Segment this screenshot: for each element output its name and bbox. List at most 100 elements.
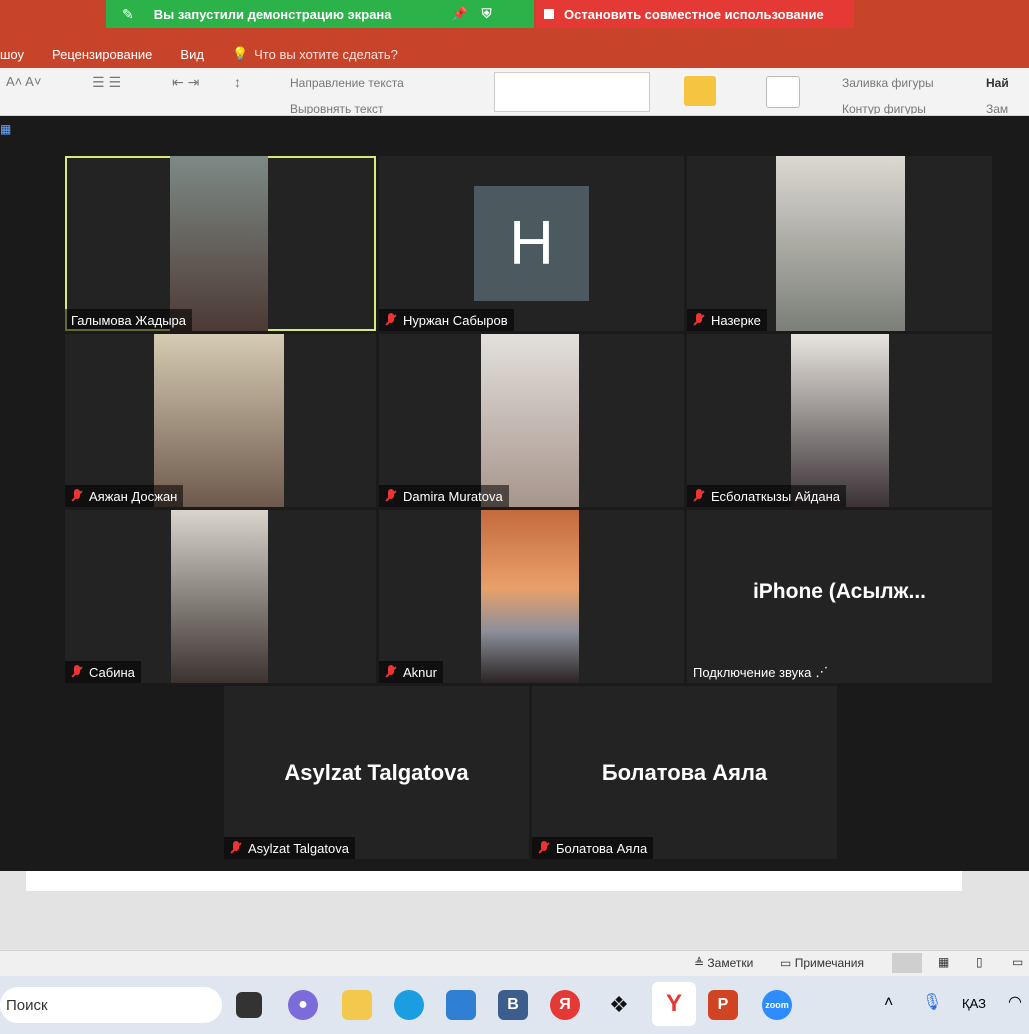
shield-icon: ⛨	[481, 6, 492, 21]
powerpoint-titlebar: ✎ Вы запустили демонстрацию экрана 📌 ⛨ О…	[0, 0, 1029, 70]
participant-name: Есболаткызы Айдана	[687, 485, 847, 507]
participant-display-name: Болатова Аяла	[601, 759, 768, 785]
arrange-icon[interactable]	[684, 76, 716, 106]
grid-view-icon[interactable]: ▦	[0, 122, 11, 136]
slide-canvas	[0, 871, 1029, 949]
notes-icon: ≜	[694, 956, 705, 970]
share-status-text: Вы запустили демонстрацию экрана	[153, 6, 392, 22]
comment-icon: ▭	[780, 956, 792, 970]
yandex-browser-icon[interactable]: Y	[652, 982, 696, 1026]
muted-mic-icon	[71, 665, 83, 679]
muted-mic-icon	[693, 489, 705, 503]
wifi-icon[interactable]: ◠	[1008, 992, 1022, 1012]
file-explorer-icon[interactable]	[342, 990, 372, 1020]
font-increase-icon[interactable]: A˄ A˅	[6, 74, 41, 89]
participant-tile[interactable]: Сабина	[65, 510, 376, 683]
shape-outline-button[interactable]: Контур фигуры	[842, 102, 926, 114]
normal-view-icon[interactable]	[892, 953, 922, 973]
video-feed	[154, 334, 284, 507]
video-feed	[776, 156, 905, 331]
shapes-gallery[interactable]	[494, 72, 650, 112]
windows-taskbar: Поиск ● B Я ❖ Y P zoom ˄ 🎙 ҚАЗ ◠	[0, 976, 1029, 1034]
status-bar: ≜ Заметки ▭ Примечания ▦ ▯ ▭	[0, 950, 1029, 976]
video-feed	[170, 156, 268, 331]
chevron-up-icon[interactable]: ˄	[884, 994, 893, 1012]
stop-share-label: Остановить совместное использование	[564, 6, 824, 22]
tab-review[interactable]: Рецензирование	[52, 47, 152, 62]
pin-icon[interactable]: 📌	[452, 6, 468, 22]
zoom-icon[interactable]: zoom	[762, 990, 792, 1020]
participant-name: Сабина	[65, 661, 141, 683]
yandex-icon[interactable]: Я	[550, 990, 580, 1020]
stop-share-button[interactable]: Остановить совместное использование	[536, 0, 854, 28]
muted-mic-icon	[385, 489, 397, 503]
video-feed	[481, 510, 579, 683]
participant-tile[interactable]: Asylzat Talgatova Asylzat Talgatova	[224, 686, 529, 859]
participant-tile[interactable]: Галымова Жадыра	[65, 156, 376, 331]
participant-tile[interactable]: Н Нуржан Сабыров	[379, 156, 684, 331]
reading-view-icon[interactable]: ▯	[976, 955, 983, 969]
muted-mic-icon	[538, 841, 550, 855]
comments-button[interactable]: ▭ Примечания	[780, 956, 864, 970]
language-indicator[interactable]: ҚАЗ	[962, 996, 986, 1011]
loading-dots-icon: ⋰	[815, 664, 829, 679]
store-icon[interactable]	[446, 990, 476, 1020]
participant-name: Назерке	[687, 309, 767, 331]
powerpoint-icon[interactable]: P	[708, 990, 738, 1020]
screen-share-status-bar: ✎ Вы запустили демонстрацию экрана 📌 ⛨	[106, 0, 534, 28]
video-feed	[171, 510, 268, 683]
align-text-button[interactable]: Выровнять текст	[290, 102, 383, 114]
muted-mic-icon	[230, 841, 242, 855]
tab-slideshow[interactable]: шоу	[0, 47, 24, 62]
dropbox-icon[interactable]: ❖	[604, 990, 634, 1020]
replace-button[interactable]: Зам	[986, 102, 1008, 114]
shape-fill-button[interactable]: Заливка фигуры	[842, 76, 934, 90]
participant-tile[interactable]: Aknur	[379, 510, 684, 683]
participant-display-name: iPhone (Асылж...	[752, 579, 927, 603]
lightbulb-icon: 💡	[231, 46, 249, 61]
muted-mic-icon	[71, 489, 83, 503]
pencil-icon[interactable]: ✎	[122, 6, 134, 23]
participant-name: Нуржан Сабыров	[379, 309, 514, 331]
vk-icon[interactable]: B	[498, 990, 528, 1020]
slide-sorter-icon[interactable]: ▦	[938, 955, 949, 969]
participant-name: Аяжан Досжан	[65, 485, 184, 507]
slideshow-view-icon[interactable]: ▭	[1012, 955, 1023, 969]
ribbon-toolbar: A˄ A˅ ☰ ☰ ⇤ ⇥ ↕ Направление текста Выров…	[0, 68, 1029, 116]
task-view-icon[interactable]	[236, 992, 262, 1018]
participant-display-name: Asylzat Talgatova	[284, 759, 469, 785]
participant-tile[interactable]: iPhone (Асылж... Подключение звука ⋰	[687, 510, 992, 683]
participant-tile[interactable]: Аяжан Досжан	[65, 334, 376, 507]
participant-name: Damira Muratova	[379, 485, 509, 507]
participant-tile[interactable]: Есболаткызы Айдана	[687, 334, 992, 507]
slide-page[interactable]	[26, 871, 962, 891]
zoom-gallery-view: ▦ Галымова Жадыра Н Нуржан Сабыров Назер…	[0, 116, 1029, 871]
notes-button[interactable]: ≜ Заметки	[694, 956, 753, 970]
muted-mic-icon	[385, 313, 397, 327]
video-feed	[481, 334, 579, 507]
video-feed	[791, 334, 889, 507]
participant-tile[interactable]: Назерке	[687, 156, 992, 331]
microphone-icon[interactable]: 🎙	[922, 992, 942, 1012]
participant-tile[interactable]: Болатова Аяла Болатова Аяла	[532, 686, 837, 859]
indent-icon[interactable]: ⇤ ⇥	[172, 74, 199, 91]
tab-view[interactable]: Вид	[180, 47, 204, 62]
edge-icon[interactable]	[394, 990, 424, 1020]
avatar: Н	[474, 186, 589, 301]
quick-styles-icon[interactable]	[766, 76, 800, 108]
muted-mic-icon	[385, 665, 397, 679]
bullets-icon[interactable]: ☰ ☰	[92, 74, 121, 91]
participant-name: Aknur	[379, 661, 443, 683]
line-spacing-icon[interactable]: ↕	[234, 74, 241, 90]
find-button[interactable]: Най	[986, 76, 1009, 90]
chat-icon[interactable]: ●	[288, 990, 318, 1020]
stop-icon	[544, 9, 554, 19]
participant-name: Asylzat Talgatova	[224, 837, 355, 859]
ribbon-tabs: шоу Рецензирование Вид 💡 Что вы хотите с…	[0, 40, 1029, 68]
tell-me-input[interactable]: Что вы хотите сделать?	[254, 47, 398, 62]
participant-name: Галымова Жадыра	[65, 309, 193, 331]
text-direction-button[interactable]: Направление текста	[290, 76, 404, 90]
audio-connecting-label: Подключение звука ⋰	[693, 664, 829, 680]
participant-tile[interactable]: Damira Muratova	[379, 334, 684, 507]
search-input[interactable]: Поиск	[0, 987, 222, 1023]
